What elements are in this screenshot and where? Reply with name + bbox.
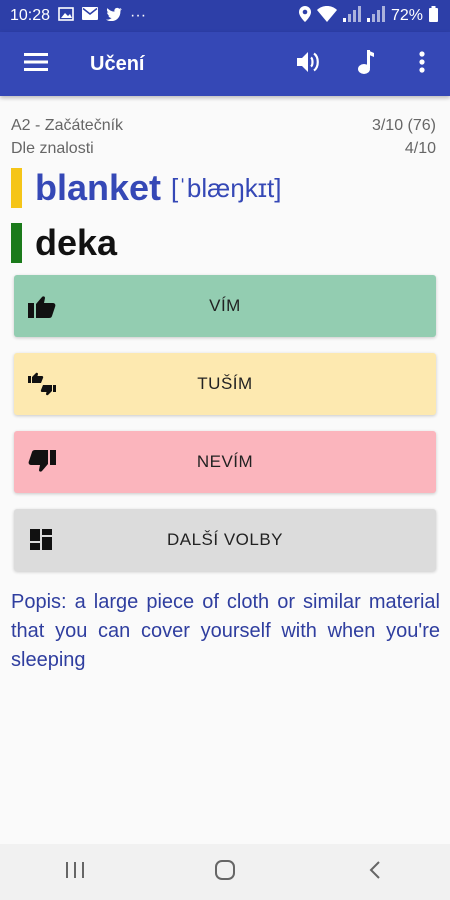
thumbs-up-icon xyxy=(28,294,56,318)
more-vert-icon xyxy=(419,50,425,78)
thumbs-up-down-icon xyxy=(28,372,56,396)
mode-row: Dle znalosti 4/10 xyxy=(11,140,436,158)
more-choices-button[interactable]: DALŠÍ VOLBY xyxy=(14,509,436,571)
mail-icon xyxy=(82,7,99,25)
translation-row: deka xyxy=(11,222,117,264)
battery-percent: 72% xyxy=(390,7,423,24)
battery-icon xyxy=(429,5,438,27)
wifi-icon xyxy=(316,5,337,27)
page-title: Učení xyxy=(90,52,145,75)
word-description: Popis: a large piece of cloth or similar… xyxy=(11,591,440,671)
know-button[interactable]: VÍM xyxy=(14,275,436,337)
signal-icon xyxy=(342,5,361,27)
translation-indicator xyxy=(11,223,22,263)
word-text: blanket xyxy=(35,167,162,208)
app-bar: Učení xyxy=(0,32,450,96)
more-notifications-icon: ··· xyxy=(130,7,147,24)
more-options-button[interactable] xyxy=(394,32,450,96)
mode-label: Dle znalosti xyxy=(11,140,94,157)
thumbs-down-icon xyxy=(28,450,56,474)
location-icon xyxy=(298,5,311,27)
music-button[interactable] xyxy=(338,32,394,96)
speaker-button[interactable] xyxy=(282,32,338,96)
menu-icon xyxy=(24,52,48,76)
mode-progress: 4/10 xyxy=(404,140,436,157)
home-icon xyxy=(214,859,236,886)
dont-know-label: NEVÍM xyxy=(196,452,254,471)
translation-text: deka xyxy=(35,222,118,263)
speaker-icon xyxy=(297,50,323,79)
level-row: A2 - Začátečník 3/10 (76) xyxy=(11,117,436,135)
menu-button[interactable] xyxy=(0,32,72,96)
back-button[interactable] xyxy=(335,844,415,900)
recents-button[interactable] xyxy=(35,844,115,900)
status-bar: 10:28 ··· 72% xyxy=(0,0,450,32)
recents-icon xyxy=(64,861,86,884)
status-time: 10:28 xyxy=(10,7,51,24)
level-progress: 3/10 (76) xyxy=(371,117,436,134)
dont-know-button[interactable]: NEVÍM xyxy=(14,431,436,493)
level-label: A2 - Začátečník xyxy=(11,117,124,134)
back-icon xyxy=(368,860,382,885)
know-label: VÍM xyxy=(209,296,241,315)
twitter-icon xyxy=(106,7,123,26)
guess-button[interactable]: TUŠÍM xyxy=(14,353,436,415)
word-row: blanket [ˈblæŋkɪt] xyxy=(11,167,281,209)
guess-label: TUŠÍM xyxy=(197,374,253,393)
more-choices-label: DALŠÍ VOLBY xyxy=(166,530,284,549)
word-pronunciation: [ˈblæŋkɪt] xyxy=(171,172,282,203)
music-note-icon xyxy=(357,49,375,80)
dashboard-icon xyxy=(28,528,56,552)
home-button[interactable] xyxy=(185,844,265,900)
system-nav-bar xyxy=(0,844,450,900)
word-indicator xyxy=(11,168,22,208)
signal-2-icon xyxy=(366,5,385,27)
gallery-icon xyxy=(58,6,74,26)
